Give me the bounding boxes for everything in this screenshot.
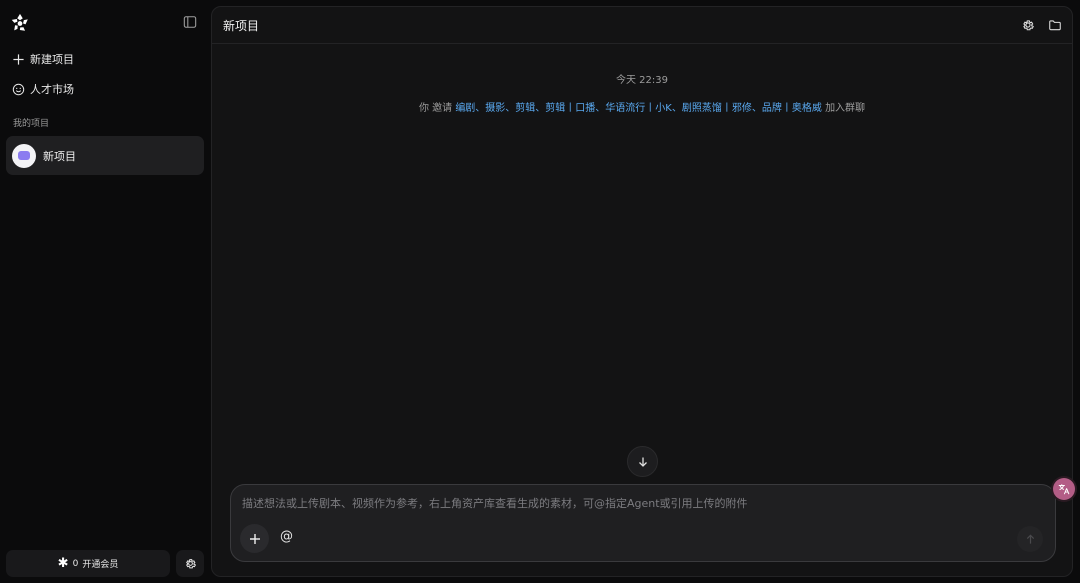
talent-market-link[interactable]: 人才市场 [12,80,74,98]
smile-icon [12,83,25,95]
project-settings-icon[interactable] [1021,18,1035,32]
plus-icon [13,53,24,65]
new-project-label: 新建项目 [30,53,74,66]
translate-floating-button[interactable] [1053,478,1075,500]
chat-header: 新项目 [212,7,1072,44]
project-name: 新项目 [43,149,76,163]
invite-suffix: 加入群聊 [825,103,866,114]
project-list-item[interactable]: 新项目 [6,136,204,175]
plus-icon [249,533,260,544]
arrow-down-icon [638,457,647,467]
upgrade-membership-button[interactable]: ✱ 0 开通会员 [6,550,170,577]
system-invite-message: 你 邀请 编剧、摄影、剪辑、剪辑丨口播、华语流行丨小K、剧照蒸馏丨邪修、品牌丨奥… [212,99,1072,114]
my-projects-heading: 我的项目 [13,119,50,129]
translate-icon [1058,484,1070,495]
member-count: 0 [72,558,79,569]
chat-panel: 新项目 今天 22:39 你 邀请 编剧、摄影、剪辑、剪辑丨口播、华语流行丨小K… [211,6,1073,577]
page-title: 新项目 [223,19,260,33]
talent-market-label: 人才市场 [30,83,74,96]
invite-verb: 邀请 [432,103,453,114]
project-avatar [12,143,36,168]
invited-agents-link[interactable]: 编剧、摄影、剪辑、剪辑丨口播、华语流行丨小K、剧照蒸馏丨邪修、品牌丨奥格威 [455,103,822,114]
new-project-button[interactable]: 新建项目 [12,50,74,68]
arrow-up-icon [1026,534,1034,544]
app-window: 新建项目 人才市场 我的项目 新项目 ✱ 0 开通会员 新项目 今天 22:39… [0,0,1080,583]
sidebar-toggle-icon[interactable] [183,15,197,29]
folder-icon[interactable] [1048,18,1062,32]
sidebar-settings-button[interactable] [176,550,204,577]
attach-button[interactable] [240,524,269,553]
message-input[interactable] [242,495,1042,517]
message-composer: @ [230,484,1056,562]
scroll-to-bottom-button[interactable] [627,446,658,477]
sidebar: 新建项目 人才市场 我的项目 新项目 ✱ 0 开通会员 [0,0,210,583]
mention-button[interactable]: @ [280,529,293,544]
send-button[interactable] [1017,526,1043,552]
gear-icon [185,559,196,569]
app-logo-icon[interactable] [9,12,31,34]
asterisk-icon: ✱ [57,556,69,571]
message-timestamp: 今天 22:39 [616,75,668,86]
inviter-name: 你 [418,103,429,114]
member-label: 开通会员 [82,560,119,570]
